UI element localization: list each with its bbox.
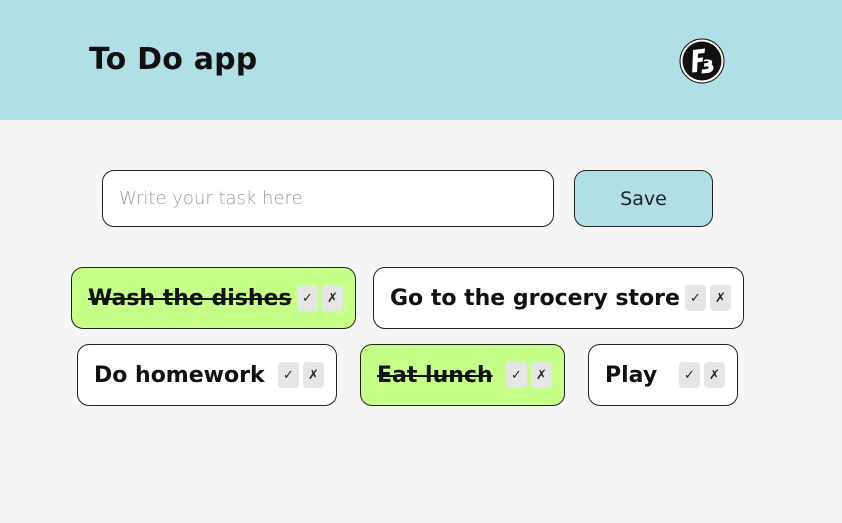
complete-task-button[interactable]: ✓ <box>679 362 700 388</box>
task-actions: ✓ ✗ <box>685 285 731 311</box>
task-item: Play ✓ ✗ <box>588 344 738 406</box>
task-actions: ✓ ✗ <box>297 285 343 311</box>
delete-task-button[interactable]: ✗ <box>531 362 552 388</box>
complete-task-button[interactable]: ✓ <box>506 362 527 388</box>
task-item: Go to the grocery store ✓ ✗ <box>373 267 744 329</box>
task-actions: ✓ ✗ <box>679 362 725 388</box>
task-item: Eat lunch ✓ ✗ <box>360 344 565 406</box>
task-input[interactable] <box>102 170 554 227</box>
delete-task-button[interactable]: ✗ <box>303 362 324 388</box>
task-text: Play <box>605 362 658 388</box>
task-text: Go to the grocery store <box>390 285 680 311</box>
task-text: Eat lunch <box>377 362 493 388</box>
task-actions: ✓ ✗ <box>506 362 552 388</box>
delete-task-button[interactable]: ✗ <box>710 285 731 311</box>
app-title: To Do app <box>89 42 258 77</box>
complete-task-button[interactable]: ✓ <box>685 285 706 311</box>
complete-task-button[interactable]: ✓ <box>278 362 299 388</box>
task-item: Do homework ✓ ✗ <box>77 344 337 406</box>
task-actions: ✓ ✗ <box>278 362 324 388</box>
delete-task-button[interactable]: ✗ <box>704 362 725 388</box>
fb-logo-icon <box>679 38 725 84</box>
task-item: Wash the dishes ✓ ✗ <box>71 267 356 329</box>
save-button[interactable]: Save <box>574 170 713 227</box>
app-header: To Do app <box>0 0 842 120</box>
task-text: Do homework <box>94 362 265 388</box>
task-text: Wash the dishes <box>88 285 292 311</box>
delete-task-button[interactable]: ✗ <box>322 285 343 311</box>
complete-task-button[interactable]: ✓ <box>297 285 318 311</box>
